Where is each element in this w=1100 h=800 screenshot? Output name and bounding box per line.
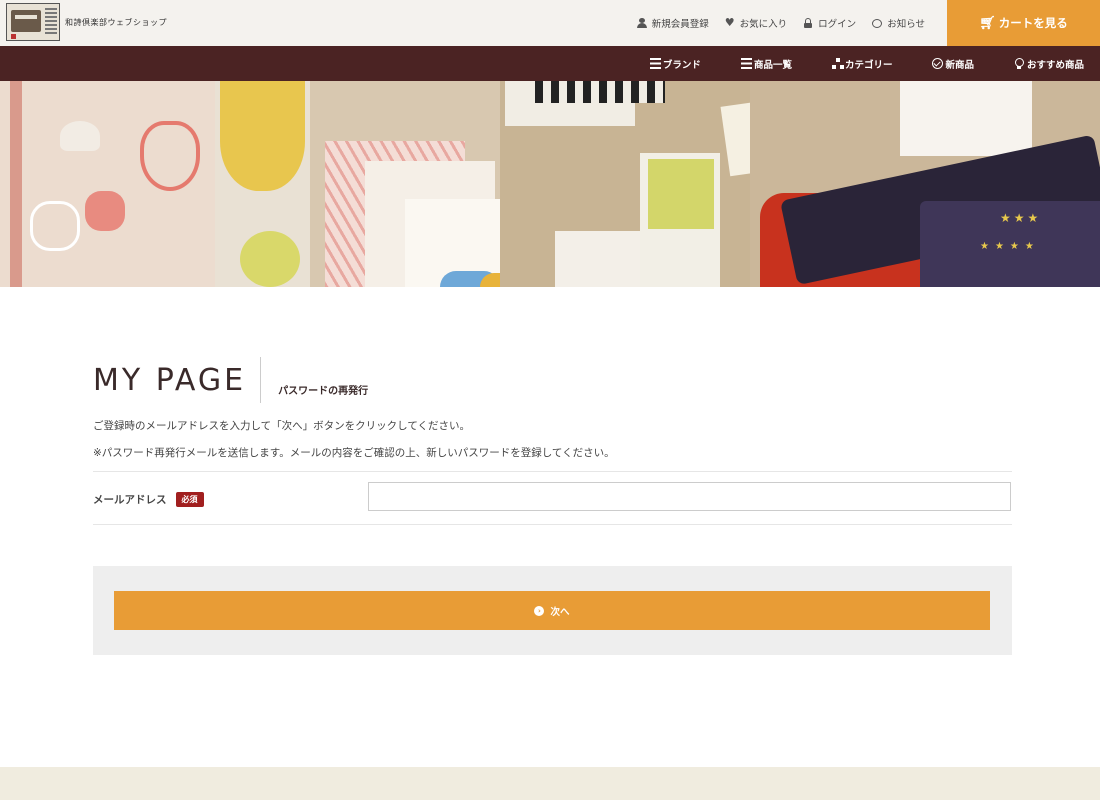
main-nav: ブランド 商品一覧 カテゴリー 新商品 おすすめ商品: [0, 46, 1100, 81]
check-circle-icon: [932, 58, 944, 69]
login-link[interactable]: ログイン: [803, 16, 856, 30]
required-badge: 必須: [175, 492, 204, 507]
nav-label: おすすめ商品: [1026, 59, 1084, 71]
favorites-label: お気に入り: [739, 19, 788, 30]
instruction-text: ご登録時のメールアドレスを入力して「次へ」ボタンをクリックしてください。: [93, 420, 471, 432]
footer: [0, 767, 1100, 800]
action-panel: › 次へ: [93, 566, 1012, 655]
user-icon: [636, 18, 647, 28]
cart-label: カートを見る: [998, 16, 1068, 30]
list-icon: [740, 58, 752, 69]
heading-divider: [260, 357, 262, 403]
sitemap-icon: [831, 58, 844, 69]
next-button[interactable]: › 次へ: [114, 591, 990, 630]
hero-banner-image: ★★★ ★★★★: [0, 81, 1100, 287]
top-header: 和詩倶楽部ウェブショップ 新規会員登録 ♥ お気に入り ログイン お知らせ 🛒︎…: [0, 0, 1100, 46]
nav-label: 新商品: [945, 59, 974, 71]
news-link[interactable]: お知らせ: [872, 16, 925, 30]
speech-bubble-icon: [872, 18, 883, 28]
nav-item-products[interactable]: 商品一覧: [740, 57, 792, 71]
nav-label: カテゴリー: [844, 59, 893, 71]
favorites-link[interactable]: ♥ お気に入り: [725, 16, 787, 30]
nav-item-brand[interactable]: ブランド: [649, 57, 701, 71]
page-subtitle: パスワードの再発行: [278, 385, 369, 397]
logo-image: [6, 3, 60, 41]
nav-label: ブランド: [662, 59, 701, 71]
signup-link[interactable]: 新規会員登録: [636, 16, 709, 30]
header-links: 新規会員登録 ♥ お気に入り ログイン お知らせ: [621, 0, 925, 46]
nav-label: 商品一覧: [753, 59, 792, 71]
list-icon: [649, 58, 661, 69]
nav-item-category[interactable]: カテゴリー: [831, 57, 893, 71]
chevron-right-circle-icon: ›: [534, 605, 545, 616]
email-form-row: メールアドレス 必須: [93, 471, 1012, 525]
email-label: メールアドレス: [93, 494, 167, 506]
page-heading: MY PAGE パスワードの再発行: [93, 357, 368, 403]
login-label: ログイン: [818, 19, 857, 30]
cart-icon: 🛒︎: [979, 15, 996, 31]
page-title: MY PAGE: [93, 362, 247, 398]
ribbon-icon: [1014, 58, 1025, 69]
site-logo[interactable]: 和詩倶楽部ウェブショップ: [6, 3, 167, 41]
email-label-group: メールアドレス 必須: [93, 492, 204, 507]
heart-icon: ♥: [724, 16, 735, 29]
logo-text: 和詩倶楽部ウェブショップ: [65, 17, 167, 27]
signup-label: 新規会員登録: [651, 19, 709, 30]
next-button-label: 次へ: [550, 606, 570, 618]
note-text: ※パスワード再発行メールを送信します。メールの内容をご確認の上、新しいパスワード…: [93, 447, 615, 459]
lock-icon: [803, 18, 813, 28]
nav-item-recommended[interactable]: おすすめ商品: [1014, 57, 1084, 71]
email-input[interactable]: [368, 482, 1011, 511]
nav-item-new[interactable]: 新商品: [932, 57, 974, 71]
news-label: お知らせ: [887, 19, 925, 30]
view-cart-button[interactable]: 🛒︎ カートを見る: [947, 0, 1100, 46]
